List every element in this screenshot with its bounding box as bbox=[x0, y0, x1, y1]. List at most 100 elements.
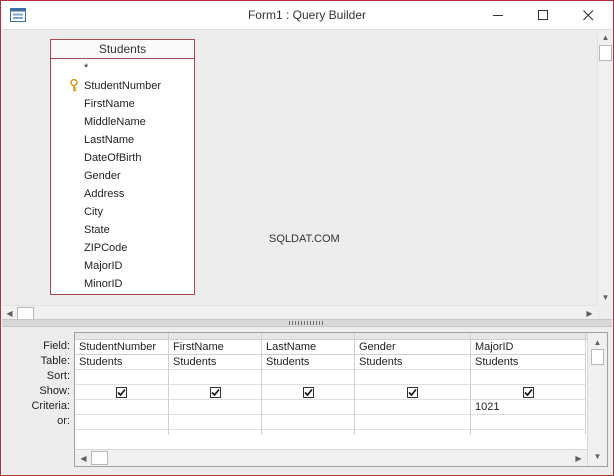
show-cell bbox=[471, 385, 585, 400]
scroll-right-icon[interactable]: ▶ bbox=[571, 451, 586, 466]
table-cell[interactable]: Students bbox=[75, 355, 168, 370]
show-checkbox[interactable] bbox=[407, 386, 418, 398]
field-item[interactable]: State bbox=[51, 221, 194, 239]
grid-column[interactable]: LastName Students bbox=[262, 333, 355, 435]
checkmark-icon bbox=[408, 388, 417, 396]
grid-column[interactable]: FirstName Students bbox=[169, 333, 262, 435]
table-pane-horizontal-scrollbar[interactable]: ◀ ▶ bbox=[2, 305, 597, 320]
row-label-field: Field: bbox=[43, 340, 70, 352]
field-item-primary-key[interactable]: StudentNumber bbox=[51, 77, 194, 95]
sort-cell[interactable] bbox=[169, 370, 261, 385]
scroll-thumb[interactable] bbox=[599, 45, 612, 61]
field-cell[interactable]: LastName bbox=[262, 340, 354, 355]
show-cell bbox=[75, 385, 168, 400]
title-bar: Form1 : Query Builder bbox=[1, 1, 613, 29]
field-item[interactable]: DateOfBirth bbox=[51, 149, 194, 167]
or-cell[interactable] bbox=[75, 415, 168, 430]
show-checkbox[interactable] bbox=[302, 386, 314, 398]
sort-cell[interactable] bbox=[262, 370, 354, 385]
grid-column[interactable]: Gender Students bbox=[355, 333, 471, 435]
field-cell[interactable]: FirstName bbox=[169, 340, 261, 355]
table-cell[interactable]: Students bbox=[169, 355, 261, 370]
column-selector[interactable] bbox=[355, 333, 470, 340]
table-cell[interactable]: Students bbox=[262, 355, 354, 370]
maximize-button[interactable] bbox=[520, 1, 566, 29]
field-item[interactable]: LastName bbox=[51, 131, 194, 149]
grid-column[interactable]: MajorID Students 1021 bbox=[471, 333, 586, 435]
show-checkbox[interactable] bbox=[209, 386, 221, 398]
grid-row-labels: Field: Table: Sort: Show: Criteria: or: bbox=[2, 339, 70, 429]
show-cell bbox=[262, 385, 354, 400]
field-item[interactable]: MinorID bbox=[51, 275, 194, 293]
table-name-header[interactable]: Students bbox=[51, 40, 194, 59]
scroll-thumb[interactable] bbox=[91, 451, 108, 465]
design-grid-horizontal-scrollbar[interactable]: ◀ ▶ bbox=[75, 449, 587, 466]
table-cell[interactable]: Students bbox=[471, 355, 585, 370]
criteria-cell[interactable]: 1021 bbox=[471, 400, 585, 415]
scroll-up-icon[interactable]: ▲ bbox=[598, 30, 613, 45]
field-list: * StudentNumber FirstName MiddleName Las bbox=[51, 59, 194, 293]
field-label: MajorID bbox=[84, 260, 123, 272]
table-pane-vertical-scrollbar[interactable]: ▲ ▼ bbox=[597, 30, 612, 305]
criteria-cell[interactable] bbox=[169, 400, 261, 415]
field-item[interactable]: ZIPCode bbox=[51, 239, 194, 257]
or-cell[interactable] bbox=[169, 415, 261, 430]
or-cell[interactable] bbox=[355, 415, 470, 430]
show-cell bbox=[169, 385, 261, 400]
row-label-table: Table: bbox=[40, 355, 70, 367]
minimize-icon bbox=[492, 14, 503, 16]
query-builder-window: Form1 : Query Builder Students * Student… bbox=[0, 0, 614, 476]
column-selector[interactable] bbox=[262, 333, 354, 340]
scroll-down-icon[interactable]: ▼ bbox=[590, 449, 605, 464]
row-label-or: or: bbox=[57, 415, 70, 427]
field-cell[interactable]: Gender bbox=[355, 340, 470, 355]
sort-cell[interactable] bbox=[355, 370, 470, 385]
scroll-left-icon[interactable]: ◀ bbox=[76, 451, 91, 466]
maximize-icon bbox=[537, 9, 548, 20]
show-checkbox[interactable] bbox=[522, 386, 534, 398]
field-label: Gender bbox=[84, 170, 121, 182]
grid-column[interactable]: StudentNumber Students bbox=[75, 333, 169, 435]
table-pane[interactable]: Students * StudentNumber FirstName Middl… bbox=[2, 29, 612, 320]
query-design-grid[interactable]: StudentNumber Students FirstName Student… bbox=[74, 332, 608, 467]
scroll-up-icon[interactable]: ▲ bbox=[590, 335, 605, 350]
criteria-cell[interactable] bbox=[355, 400, 470, 415]
column-selector[interactable] bbox=[169, 333, 261, 340]
field-item[interactable]: Address bbox=[51, 185, 194, 203]
sort-cell[interactable] bbox=[75, 370, 168, 385]
design-grid-vertical-scrollbar[interactable]: ▲ ▼ bbox=[587, 333, 607, 466]
field-item[interactable]: MiddleName bbox=[51, 113, 194, 131]
field-item[interactable]: Gender bbox=[51, 167, 194, 185]
criteria-cell[interactable] bbox=[262, 400, 354, 415]
field-item[interactable]: MajorID bbox=[51, 257, 194, 275]
field-label: * bbox=[84, 62, 89, 74]
field-cell[interactable]: StudentNumber bbox=[75, 340, 168, 355]
table-field-list-students[interactable]: Students * StudentNumber FirstName Middl… bbox=[50, 39, 195, 295]
or-cell[interactable] bbox=[262, 415, 354, 430]
scroll-thumb[interactable] bbox=[591, 349, 604, 365]
column-selector[interactable] bbox=[471, 333, 585, 340]
field-item[interactable]: * bbox=[51, 59, 194, 77]
scroll-down-icon[interactable]: ▼ bbox=[598, 290, 613, 305]
row-label-show: Show: bbox=[39, 385, 70, 397]
field-label: StudentNumber bbox=[84, 80, 162, 92]
row-label-criteria: Criteria: bbox=[31, 400, 70, 412]
show-cell bbox=[355, 385, 470, 400]
show-checkbox[interactable] bbox=[116, 386, 127, 398]
or-cell[interactable] bbox=[471, 415, 585, 430]
close-button[interactable] bbox=[565, 1, 611, 29]
field-item[interactable]: FirstName bbox=[51, 95, 194, 113]
row-label-sort: Sort: bbox=[46, 370, 70, 382]
sort-cell[interactable] bbox=[471, 370, 585, 385]
minimize-button[interactable] bbox=[475, 1, 521, 29]
field-label: MinorID bbox=[84, 278, 123, 290]
field-cell[interactable]: MajorID bbox=[471, 340, 585, 355]
column-selector[interactable] bbox=[75, 333, 168, 340]
splitter-grip-icon[interactable] bbox=[289, 321, 325, 325]
pane-splitter[interactable] bbox=[2, 319, 612, 327]
field-label: FirstName bbox=[84, 98, 135, 110]
watermark-text: SQLDAT.COM bbox=[269, 233, 340, 245]
table-cell[interactable]: Students bbox=[355, 355, 470, 370]
criteria-cell[interactable] bbox=[75, 400, 168, 415]
field-item[interactable]: City bbox=[51, 203, 194, 221]
